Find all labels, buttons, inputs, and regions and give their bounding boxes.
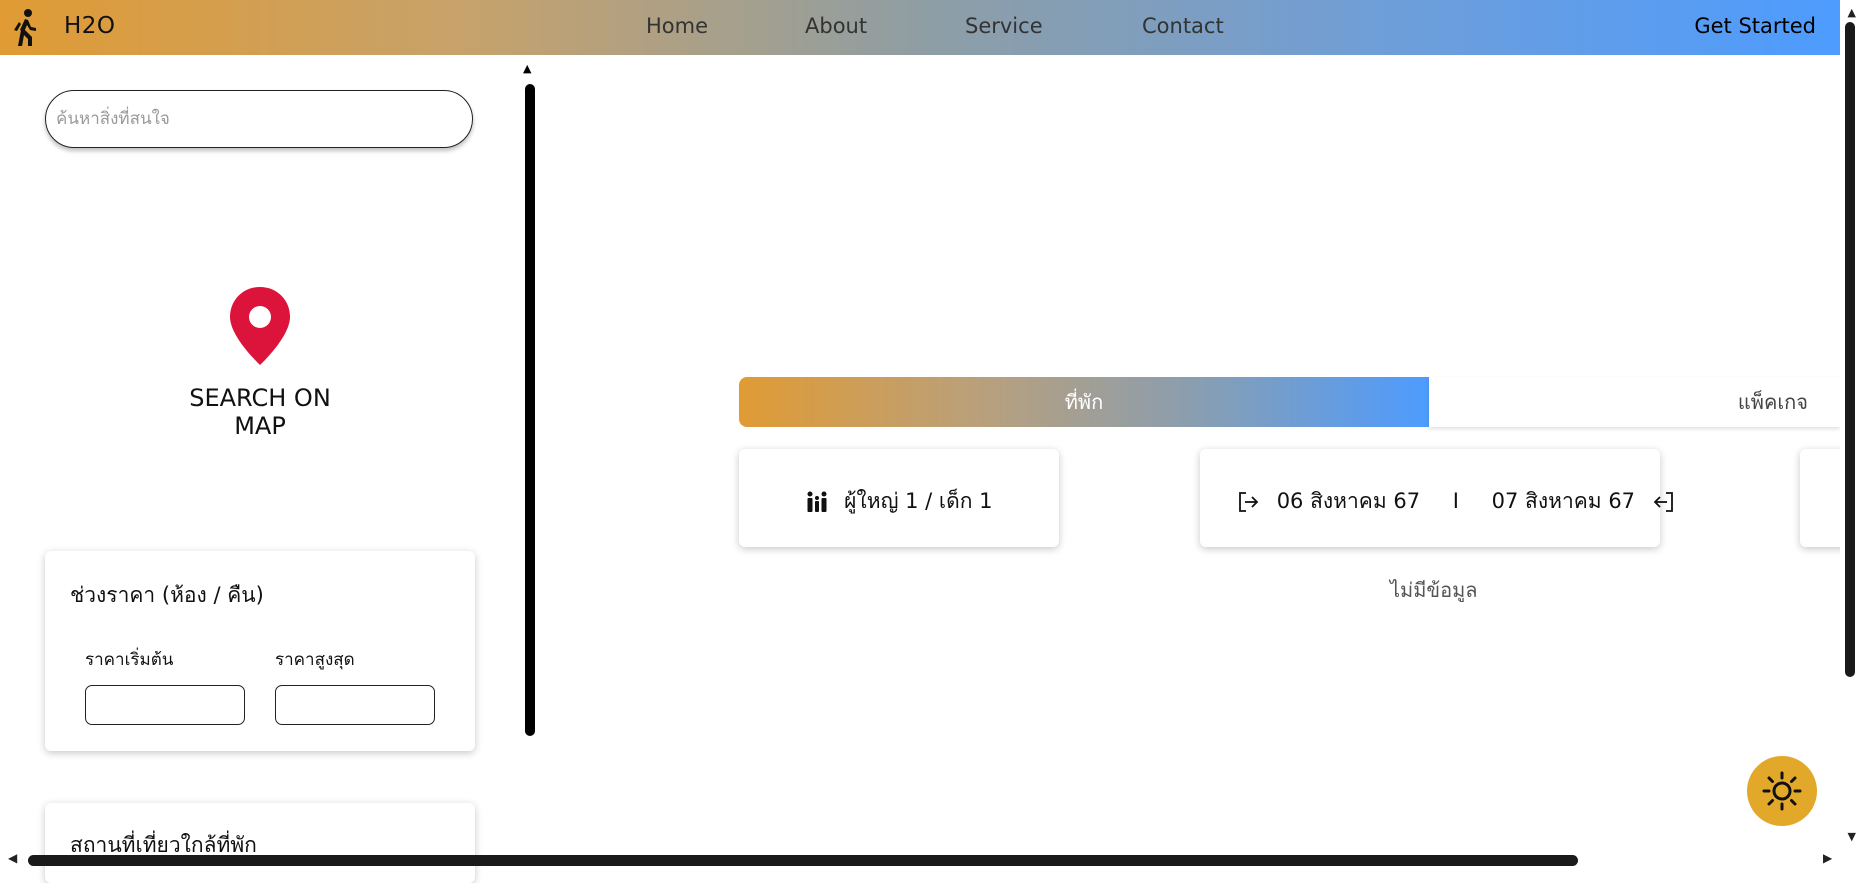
family-icon bbox=[807, 491, 827, 512]
sidebar-scroll-up-arrow[interactable]: ▲ bbox=[523, 62, 531, 75]
nav-contact[interactable]: Contact bbox=[1142, 14, 1224, 38]
vertical-scroll-thumb[interactable] bbox=[1845, 22, 1855, 677]
search-input[interactable] bbox=[45, 90, 473, 148]
date-range-selector[interactable]: 06 สิงหาคม 67 I 07 สิงหาคม 67 bbox=[1200, 449, 1673, 547]
date-separator: I bbox=[1452, 489, 1459, 513]
nav-home[interactable]: Home bbox=[646, 14, 708, 38]
sign-out-icon bbox=[1653, 492, 1673, 512]
max-price-label: ราคาสูงสุด bbox=[275, 650, 355, 670]
nearby-attractions-card: สถานที่เที่ยวใกล้ที่พัก bbox=[45, 803, 475, 883]
tab-package-label: แพ็คเกจ bbox=[1737, 390, 1808, 414]
scroll-left-arrow[interactable]: ◀ bbox=[8, 851, 17, 865]
price-range-title: ช่วงราคา (ห้อง / คืน) bbox=[70, 583, 264, 607]
brand-name[interactable]: H2O bbox=[64, 13, 116, 39]
min-price-label: ราคาเริ่มต้น bbox=[85, 650, 174, 670]
page-vertical-scrollbar[interactable]: ▲ ▼ bbox=[1840, 0, 1860, 869]
get-started-button[interactable]: Get Started bbox=[1694, 14, 1816, 38]
scroll-up-arrow[interactable]: ▲ bbox=[1848, 6, 1856, 19]
guest-selector[interactable]: ผู้ใหญ่ 1 / เด็ก 1 bbox=[739, 449, 1059, 547]
max-price-input[interactable] bbox=[275, 685, 435, 725]
top-navbar: H2O Home About Service Contact Get Start… bbox=[0, 0, 1840, 55]
sign-in-icon bbox=[1239, 492, 1259, 512]
scroll-right-arrow[interactable]: ▶ bbox=[1823, 851, 1832, 865]
nav-about[interactable]: About bbox=[805, 14, 867, 38]
sun-icon bbox=[1762, 771, 1802, 811]
no-data-message: ไม่มีข้อมูล bbox=[1390, 578, 1478, 602]
price-range-card: ช่วงราคา (ห้อง / คืน) ราคาเริ่มต้น ราคาส… bbox=[45, 551, 475, 751]
theme-toggle-button[interactable] bbox=[1747, 756, 1817, 826]
horizontal-scroll-thumb[interactable] bbox=[28, 855, 1578, 866]
checkout-date: 07 สิงหาคม 67 bbox=[1491, 489, 1636, 513]
walking-person-icon bbox=[14, 9, 36, 46]
min-price-input[interactable] bbox=[85, 685, 245, 725]
scroll-down-arrow[interactable]: ▼ bbox=[1848, 830, 1856, 843]
map-pin-icon[interactable] bbox=[228, 285, 292, 367]
sidebar-scrollbar[interactable] bbox=[525, 84, 535, 736]
guest-summary: ผู้ใหญ่ 1 / เด็ก 1 bbox=[844, 489, 993, 513]
search-on-map-label[interactable]: SEARCH ON MAP bbox=[160, 384, 360, 440]
tab-accommodation[interactable]: ที่พัก bbox=[739, 377, 1429, 427]
nav-service[interactable]: Service bbox=[965, 14, 1043, 38]
checkin-date: 06 สิงหาคม 67 bbox=[1276, 489, 1421, 513]
tab-package[interactable]: แพ็คเกจ bbox=[1429, 377, 1840, 427]
